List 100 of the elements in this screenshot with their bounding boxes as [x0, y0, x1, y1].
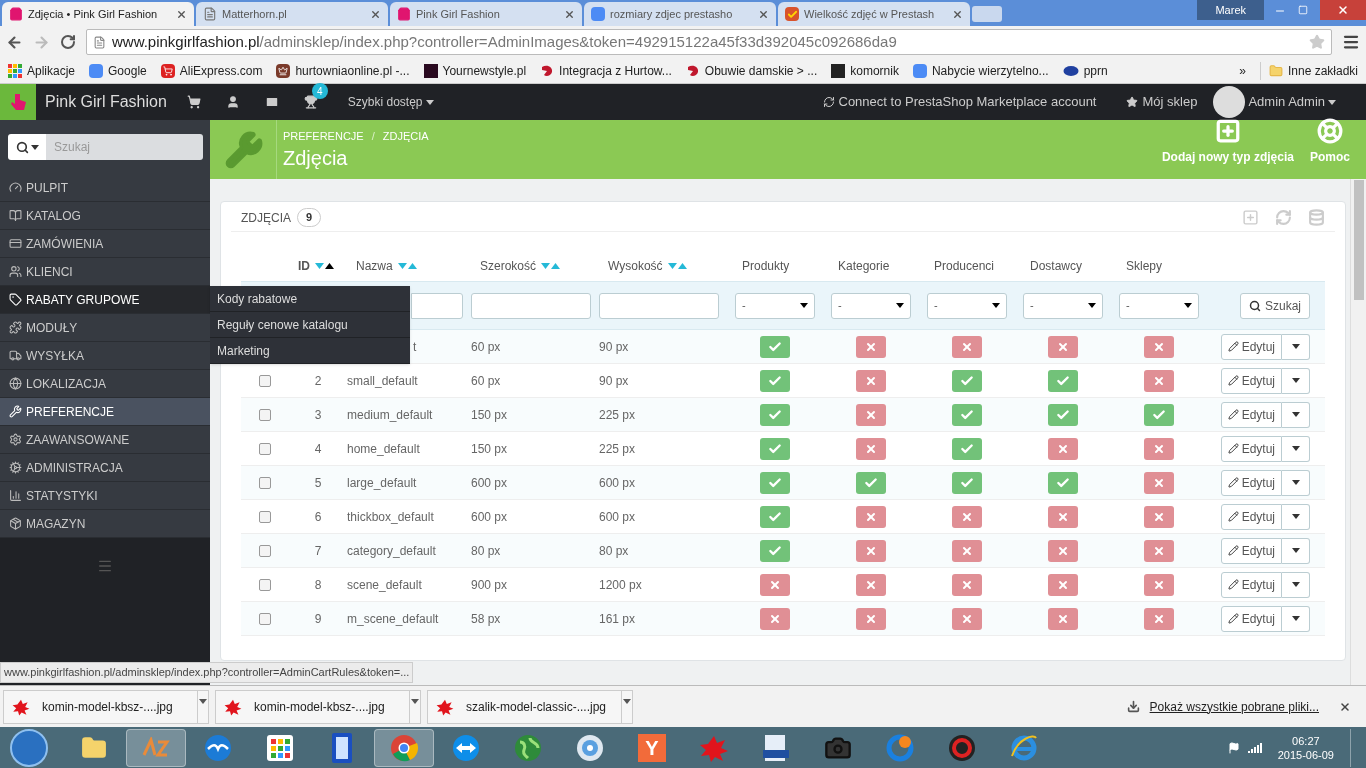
- sidebar-item[interactable]: KATALOG: [0, 202, 210, 230]
- row-checkbox[interactable]: [259, 476, 271, 489]
- sort-down-icon[interactable]: [397, 262, 407, 269]
- edit-button[interactable]: Edytuj: [1220, 605, 1282, 632]
- browser-tab[interactable]: Matterhorn.pl: [196, 2, 388, 26]
- close-icon[interactable]: [758, 8, 769, 20]
- reload-icon[interactable]: [60, 34, 76, 50]
- enabled-badge[interactable]: [760, 539, 790, 562]
- bookmark-folder[interactable]: Inne zakładki: [1259, 61, 1358, 80]
- browser-tab[interactable]: rozmiary zdjec prestasho: [584, 2, 776, 26]
- edit-button[interactable]: Edytuj: [1220, 367, 1282, 394]
- enabled-badge[interactable]: [760, 369, 790, 392]
- flag-icon[interactable]: [1227, 741, 1240, 754]
- enabled-badge[interactable]: [952, 437, 982, 460]
- search-button[interactable]: Szukaj: [1239, 292, 1310, 319]
- sort-down-icon[interactable]: [541, 262, 551, 269]
- search-scope-button[interactable]: [8, 134, 46, 160]
- dropdown-button[interactable]: [1282, 469, 1310, 496]
- address-bar[interactable]: www.pinkgirlfashion.pl/adminsklep/index.php?controller=AdminImages&token=492915122a45f33d392045c092686da9: [86, 29, 1332, 55]
- row-checkbox[interactable]: [259, 578, 271, 591]
- sidebar-item[interactable]: LOKALIZACJA: [0, 370, 210, 398]
- cart-icon[interactable]: [186, 95, 201, 109]
- bookmark[interactable]: komornik: [831, 61, 899, 80]
- filter-select[interactable]: -: [1023, 292, 1103, 319]
- sidebar-item[interactable]: KLIENCI: [0, 258, 210, 286]
- close-icon[interactable]: [370, 8, 381, 20]
- enabled-badge[interactable]: [760, 471, 790, 494]
- browser-tab[interactable]: Wielkość zdjęć w Prestash: [778, 2, 970, 26]
- sort-down-icon[interactable]: [667, 262, 677, 269]
- sidebar-item[interactable]: WYSYŁKA: [0, 342, 210, 370]
- sort-up-icon[interactable]: [325, 262, 334, 269]
- edit-button[interactable]: Edytuj: [1220, 435, 1282, 462]
- profile-button[interactable]: Marek: [1197, 0, 1264, 20]
- filter-select[interactable]: -: [735, 292, 815, 319]
- hand-logo-icon[interactable]: [0, 84, 36, 120]
- more-bookmarks-button[interactable]: »: [1239, 61, 1246, 80]
- enabled-badge[interactable]: [952, 471, 982, 494]
- start-button[interactable]: [10, 728, 48, 767]
- new-tab-button[interactable]: [972, 6, 1002, 22]
- database-icon[interactable]: [1308, 209, 1325, 226]
- sidebar-item[interactable]: MODUŁY: [0, 314, 210, 342]
- bookmark[interactable]: Obuwie damskie > ...: [685, 61, 818, 80]
- close-window-button[interactable]: [1320, 0, 1366, 20]
- edit-button[interactable]: Edytuj: [1220, 537, 1282, 564]
- enabled-badge[interactable]: [760, 403, 790, 426]
- row-checkbox[interactable]: [259, 374, 271, 387]
- bookmark[interactable]: Integracja z Hurtow...: [540, 61, 672, 80]
- menu-icon[interactable]: [1342, 33, 1360, 51]
- row-checkbox[interactable]: [259, 408, 271, 421]
- scrollbar[interactable]: [1350, 179, 1366, 685]
- filter-field[interactable]: [471, 292, 591, 319]
- dropdown-button[interactable]: [1282, 401, 1310, 428]
- dropdown-button[interactable]: [1282, 605, 1310, 632]
- enabled-badge[interactable]: [1048, 471, 1078, 494]
- edit-button[interactable]: Edytuj: [1220, 333, 1282, 360]
- download-menu-button[interactable]: [409, 690, 420, 723]
- marketplace-link[interactable]: Connect to PrestaShop Marketplace account: [822, 92, 1097, 112]
- row-checkbox[interactable]: [259, 612, 271, 625]
- filter-select[interactable]: -: [927, 292, 1007, 319]
- edit-button[interactable]: Edytuj: [1220, 571, 1282, 598]
- dropdown-button[interactable]: [1282, 537, 1310, 564]
- dropdown-button[interactable]: [1282, 503, 1310, 530]
- enabled-badge[interactable]: [760, 437, 790, 460]
- show-all-downloads-link[interactable]: Pokaż wszystkie pobrane pliki...: [1149, 697, 1319, 716]
- signal-icon[interactable]: [1247, 742, 1262, 753]
- filter-field[interactable]: [599, 292, 719, 319]
- star-icon[interactable]: [1309, 34, 1325, 50]
- search-field[interactable]: Szukaj: [46, 134, 203, 160]
- enabled-badge[interactable]: [1144, 403, 1174, 426]
- enabled-badge[interactable]: [856, 471, 886, 494]
- enabled-badge[interactable]: [1048, 369, 1078, 392]
- dropdown-button[interactable]: [1282, 367, 1310, 394]
- maximize-icon[interactable]: [1298, 5, 1308, 15]
- enabled-badge[interactable]: [952, 403, 982, 426]
- bookmark[interactable]: Yournewstyle.pl: [423, 61, 527, 80]
- back-icon[interactable]: [6, 33, 23, 51]
- sidebar-item[interactable]: ZAAWANSOWANE: [0, 426, 210, 454]
- bookmark[interactable]: Nabycie wierzytelno...: [912, 61, 1049, 80]
- trophy-icon[interactable]: [303, 95, 318, 109]
- enabled-badge[interactable]: [760, 335, 790, 358]
- filter-select[interactable]: -: [831, 292, 911, 319]
- bookmark[interactable]: Google: [89, 61, 147, 80]
- quick-access-menu[interactable]: Szybki dostęp: [347, 93, 434, 111]
- dropdown-button[interactable]: [1282, 435, 1310, 462]
- sidebar-item[interactable]: MAGAZYN: [0, 510, 210, 538]
- sidebar-item[interactable]: ADMINISTRACJA: [0, 454, 210, 482]
- enabled-badge[interactable]: [760, 505, 790, 528]
- filter-field[interactable]: [411, 292, 463, 319]
- dropdown-button[interactable]: [1282, 333, 1310, 360]
- sidebar-item[interactable]: PULPIT: [0, 174, 210, 202]
- my-shop-link[interactable]: Mój sklep: [1126, 92, 1198, 112]
- refresh-icon[interactable]: [1275, 209, 1292, 226]
- mail-icon[interactable]: [264, 95, 279, 109]
- forward-icon[interactable]: [33, 33, 50, 51]
- bookmark[interactable]: hurtowniaonline.pl -...: [276, 61, 410, 80]
- row-checkbox[interactable]: [259, 442, 271, 455]
- enabled-badge[interactable]: [952, 369, 982, 392]
- edit-button[interactable]: Edytuj: [1220, 469, 1282, 496]
- taskbar-app[interactable]: [126, 728, 186, 767]
- enabled-badge[interactable]: [1048, 403, 1078, 426]
